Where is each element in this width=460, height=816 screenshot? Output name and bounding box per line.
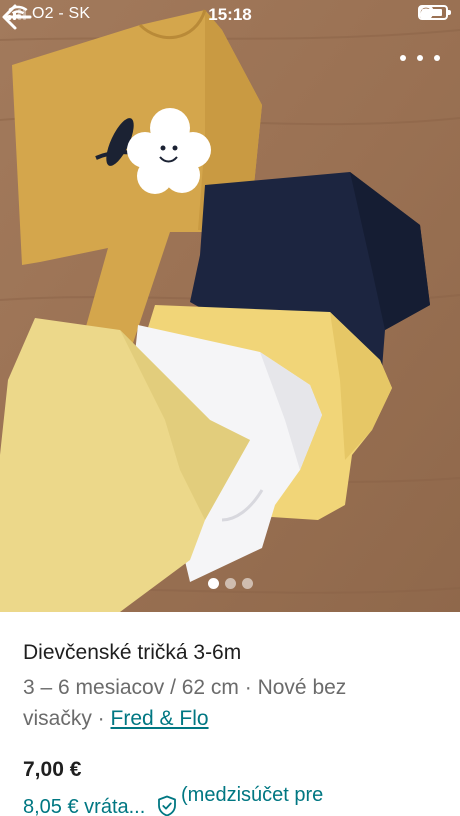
item-details: Dievčenské tričká 3-6m 3 – 6 mesiacov / … [0, 612, 460, 816]
more-dot [417, 55, 423, 61]
status-bar: O2 - SK 15:18 [0, 0, 460, 30]
shield-check-icon [158, 795, 176, 816]
battery-icon [418, 5, 451, 20]
total-price[interactable]: 8,05 € vráta... [23, 796, 145, 816]
more-dot [434, 55, 440, 61]
more-options-button[interactable] [400, 46, 440, 70]
carousel-indicator [0, 578, 460, 589]
clock: 15:18 [208, 5, 252, 24]
brand-link[interactable]: Fred & Flo [111, 707, 209, 730]
carousel-dot[interactable] [224, 578, 236, 589]
carousel-dot[interactable] [207, 578, 219, 589]
protection-note: (medzisúčet pre [181, 784, 324, 806]
buyer-protection-row[interactable]: 8,05 € vráta... (medzisúčet pre [23, 784, 443, 816]
item-price: 7,00 € [23, 758, 82, 781]
item-title: Dievčenské tričká 3-6m [23, 641, 242, 664]
item-photo-illustration [0, 0, 460, 612]
back-arrow-icon[interactable] [0, 0, 34, 34]
carousel-dot[interactable] [241, 578, 253, 589]
item-size-condition: 3 – 6 mesiacov / 62 cm · Nové bez [23, 676, 347, 699]
more-dot [400, 55, 406, 61]
item-subtitle: 3 – 6 mesiacov / 62 cm · Nové bez visačk… [23, 672, 437, 734]
status-right [418, 5, 451, 20]
item-photo[interactable]: O2 - SK 15:18 [0, 0, 460, 612]
item-condition-rest: visačky · [23, 707, 111, 730]
